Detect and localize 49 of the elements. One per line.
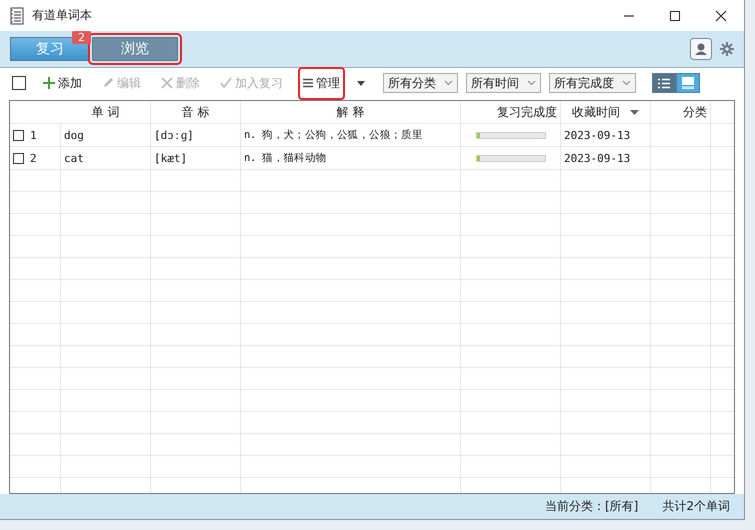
table-cell: 2023-09-13 (564, 152, 630, 164)
row-number: 2 (30, 152, 37, 164)
list-icon (658, 78, 670, 88)
chevron-down-icon (622, 80, 631, 86)
toolbar-button[interactable]: 管理 (300, 68, 343, 98)
column-header[interactable]: 分类 (683, 104, 707, 120)
chevron-down-icon (527, 80, 536, 86)
table-cell: [dɔːɡ] (154, 128, 194, 142)
table-cell: n. 狗，犬；公狗，公狐，公狼；质里 (244, 128, 423, 142)
toolbar-button[interactable]: 添加 (40, 72, 85, 94)
window-title: 有道单词本 (32, 7, 92, 24)
card-view-button[interactable] (676, 73, 700, 93)
progress-bar (476, 154, 546, 162)
status-count: 共计2个单词 (662, 498, 730, 515)
column-header[interactable]: 单 词 (92, 104, 120, 120)
dropdown-caret-icon[interactable] (357, 80, 365, 86)
checkmark-icon (220, 77, 232, 89)
card-view-icon (682, 77, 694, 89)
table-cell: dog (64, 128, 84, 142)
menu-icon (303, 78, 313, 88)
list-view-button[interactable] (652, 73, 676, 93)
table-cell: cat (64, 152, 84, 164)
cross-icon (161, 77, 173, 89)
filter-dropdown[interactable]: 所有分类 (383, 73, 458, 93)
chevron-down-icon (444, 80, 453, 86)
settings-icon[interactable] (720, 42, 734, 56)
maximize-icon[interactable] (669, 10, 681, 22)
progress-bar (476, 132, 546, 138)
row-number: 1 (30, 128, 37, 142)
table-cell: 2023-09-13 (564, 128, 630, 142)
sort-caret-icon[interactable] (630, 110, 639, 114)
table-cell: n. 猫，猫科动物 (244, 151, 326, 165)
notebook-icon (10, 6, 24, 24)
number-badge: 2 (72, 31, 91, 44)
filter-dropdown[interactable]: 所有时间 (466, 73, 541, 93)
user-icon[interactable] (690, 38, 712, 60)
status-category: 当前分类：[所有] (544, 498, 638, 515)
pencil-icon (102, 77, 114, 89)
table-cell: [kæt] (154, 152, 188, 164)
filter-dropdown[interactable]: 所有完成度 (549, 73, 636, 93)
row-checkbox[interactable] (13, 130, 24, 140)
plus-icon (43, 77, 55, 89)
select-all-checkbox[interactable] (12, 76, 26, 90)
close-icon[interactable] (715, 10, 727, 22)
column-header[interactable]: 音 标 (182, 104, 210, 120)
column-header[interactable]: 收藏时间 (572, 104, 620, 120)
row-checkbox[interactable] (13, 152, 24, 164)
column-header[interactable]: 复习完成度 (497, 104, 557, 120)
column-header[interactable]: 解 释 (336, 104, 364, 120)
